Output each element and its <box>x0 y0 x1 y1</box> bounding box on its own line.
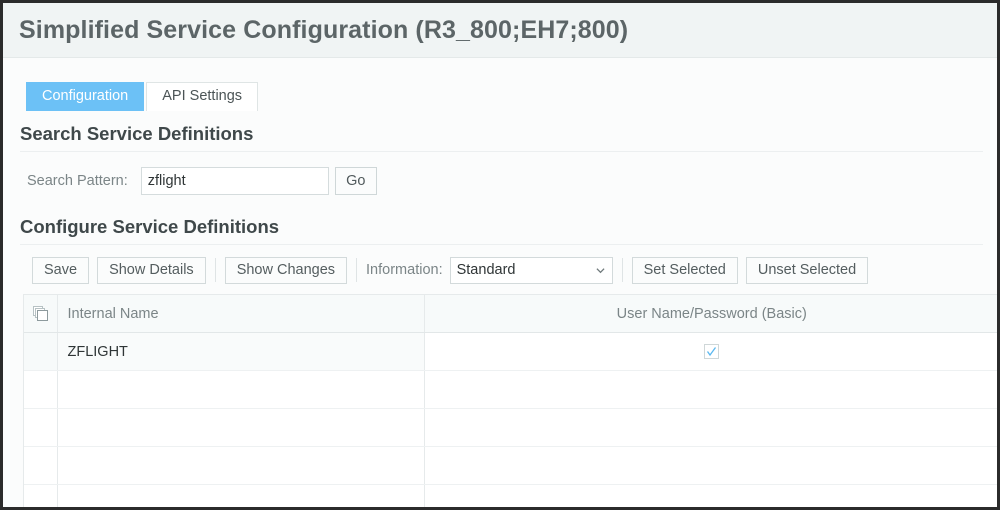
toolbar-separator-1 <box>214 258 216 282</box>
tab-configuration[interactable]: Configuration <box>26 82 145 111</box>
check-icon <box>707 346 717 356</box>
cell-basic-auth[interactable] <box>424 332 997 371</box>
search-row: Search Pattern: Go <box>3 152 997 196</box>
table-row[interactable]: ZFLIGHT <box>24 332 997 371</box>
toolbar-separator-2 <box>356 258 358 282</box>
configure-section-heading: Configure Service Definitions <box>20 196 983 245</box>
cell-internal-name <box>57 446 425 485</box>
cell-basic-auth[interactable] <box>424 370 997 409</box>
table-row[interactable] <box>24 370 997 409</box>
show-details-button[interactable]: Show Details <box>97 256 206 284</box>
information-label: Information: <box>366 262 443 278</box>
search-section-heading: Search Service Definitions <box>20 111 983 152</box>
row-select-cell[interactable] <box>24 446 58 485</box>
save-button[interactable]: Save <box>32 256 90 284</box>
table-header-row: Internal Name User Name/Password (Basic) <box>24 295 997 333</box>
page-title: Simplified Service Configuration (R3_800… <box>19 15 629 44</box>
title-bar: Simplified Service Configuration (R3_800… <box>3 3 997 58</box>
row-select-cell[interactable] <box>24 332 58 371</box>
table-body: ZFLIGHT <box>24 332 997 507</box>
page-content: Search Service Definitions Search Patter… <box>3 111 997 507</box>
cell-basic-auth[interactable] <box>424 484 997 507</box>
row-select-cell[interactable] <box>24 484 58 507</box>
cell-internal-name <box>57 484 425 507</box>
table-row[interactable] <box>24 484 997 507</box>
set-selected-button[interactable]: Set Selected <box>631 256 738 284</box>
information-select[interactable]: Standard <box>449 256 613 284</box>
cell-basic-auth[interactable] <box>424 446 997 485</box>
search-pattern-input[interactable] <box>140 167 329 195</box>
go-button[interactable]: Go <box>334 167 377 195</box>
select-all-cell[interactable] <box>24 295 58 333</box>
cell-internal-name: ZFLIGHT <box>57 332 425 371</box>
tab-strip: Configuration API Settings <box>3 58 997 111</box>
application-window: Simplified Service Configuration (R3_800… <box>0 0 1000 510</box>
tab-api-settings[interactable]: API Settings <box>146 82 259 111</box>
unset-selected-button[interactable]: Unset Selected <box>745 256 869 284</box>
cell-basic-auth[interactable] <box>424 408 997 447</box>
row-select-cell[interactable] <box>24 370 58 409</box>
table-row[interactable] <box>24 446 997 485</box>
service-definitions-table: Internal Name User Name/Password (Basic)… <box>23 294 997 507</box>
layers-icon <box>32 306 48 322</box>
row-select-cell[interactable] <box>24 408 58 447</box>
table-row[interactable] <box>24 408 997 447</box>
basic-auth-checkbox[interactable] <box>704 343 720 359</box>
cell-internal-name <box>57 370 425 409</box>
search-pattern-label: Search Pattern: <box>27 173 128 189</box>
column-header-basic[interactable]: User Name/Password (Basic) <box>424 295 997 333</box>
column-header-internal-name[interactable]: Internal Name <box>57 295 425 333</box>
show-changes-button[interactable]: Show Changes <box>224 256 348 284</box>
cell-internal-name <box>57 408 425 447</box>
table-toolbar: Save Show Details Show Changes Informati… <box>3 245 997 285</box>
toolbar-separator-3 <box>621 258 623 282</box>
information-select-wrap: Standard <box>449 256 613 284</box>
